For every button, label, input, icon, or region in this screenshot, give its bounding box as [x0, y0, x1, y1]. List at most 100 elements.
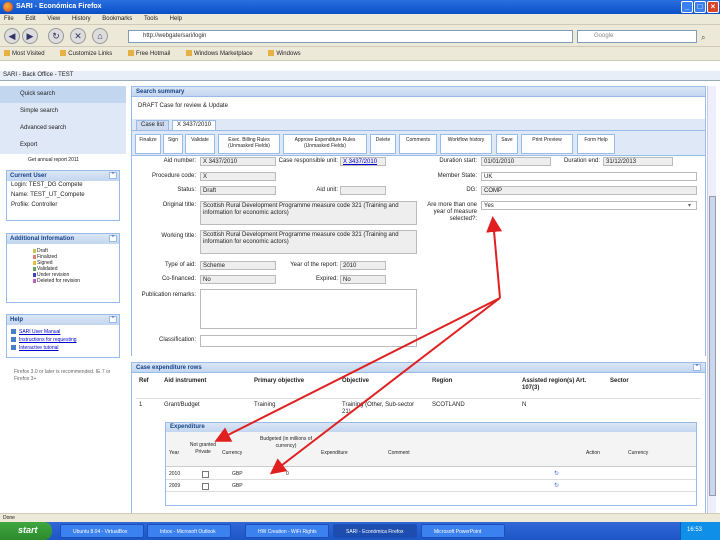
member-state-field[interactable]: UK [481, 172, 697, 181]
table-row[interactable]: 2009 GBP ↻ [166, 481, 696, 492]
menu-bookmarks[interactable]: Bookmarks [102, 16, 132, 22]
bookmark-customize-links[interactable]: Customize Links [60, 50, 112, 57]
type-of-aid-field[interactable]: Scheme [200, 261, 276, 270]
task-hw-creation[interactable]: HW Creation - WiFi Rights [245, 524, 329, 538]
address-bar[interactable]: http://webgate/sari/login [128, 30, 573, 43]
bookmark-windows-marketplace[interactable]: Windows Marketplace [186, 50, 253, 57]
taskbar: start Ubuntu 8.04 - VirtualBox Inbox - M… [0, 522, 720, 540]
bookmark-most-visited[interactable]: Most Visited [4, 50, 45, 57]
duration-start-field[interactable]: 01/01/2010 [481, 157, 551, 166]
main-scrollbar[interactable] [707, 86, 716, 513]
sidebar-advanced-search[interactable]: Advanced search [0, 120, 126, 137]
expenditure-subgrid: Expenditure Year Not granted Private Cur… [165, 422, 697, 506]
maximize-button[interactable]: □ [694, 1, 706, 13]
validate-button[interactable]: Validate [185, 134, 215, 154]
finalize-button[interactable]: Finalize [135, 134, 161, 154]
co-financed-field[interactable]: No [200, 275, 276, 284]
menu-edit[interactable]: Edit [25, 16, 35, 22]
not-granted-checkbox[interactable] [202, 483, 209, 490]
case-form: Aid number: X 3437/2010 Procedure code: … [131, 156, 706, 356]
delete-button[interactable]: Delete [370, 134, 396, 154]
sidebar-simple-search[interactable]: Simple search [0, 103, 126, 120]
duration-end-field[interactable]: 31/12/2013 [603, 157, 673, 166]
annual-report-link[interactable]: Get annual report 2011 [28, 157, 79, 163]
exec-billing-rules-button[interactable]: Exec. Billing Rules (Unmasked Fields) [218, 134, 280, 154]
form-help-button[interactable]: Form Help [577, 134, 615, 154]
aid-unit-label: Aid unit: [316, 187, 338, 193]
more-years-label: Are more than one year of measure select… [427, 202, 477, 222]
sub-row-year: 2010 [169, 471, 181, 477]
close-button[interactable]: × [707, 1, 719, 13]
menu-file[interactable]: File [4, 16, 14, 22]
subgrid-column-headers: Year Not granted Private Currency Budget… [166, 432, 696, 467]
task-virtualbox[interactable]: Ubuntu 8.04 - VirtualBox [60, 524, 144, 538]
tab-case-list[interactable]: Case list [136, 120, 170, 130]
help-title: Help ⌃ [7, 315, 119, 325]
task-powerpoint[interactable]: Microsoft PowerPoint [421, 524, 505, 538]
sidebar-quick-search[interactable]: Quick search [0, 86, 126, 103]
start-button[interactable]: start [0, 522, 52, 540]
help-link-tutorial[interactable]: Interactive tutorial [7, 344, 119, 352]
publication-remarks-field[interactable] [200, 289, 417, 329]
menu-help[interactable]: Help [170, 16, 182, 22]
legend-swatch [33, 267, 36, 271]
task-outlook[interactable]: Inbox - Microsoft Outlook [147, 524, 231, 538]
sidebar-export[interactable]: Export [0, 137, 126, 154]
approve-expenditure-rules-button[interactable]: Approve Expenditure Rules (Unmasked Fiel… [283, 134, 367, 154]
search-summary-header: Search summary [131, 86, 706, 97]
not-granted-checkbox[interactable] [202, 471, 209, 478]
sub-col-budgeted: Budgeted (in millions of currency) [260, 436, 312, 449]
expired-field[interactable]: No [340, 275, 386, 284]
sign-button[interactable]: Sign [163, 134, 183, 154]
save-button[interactable]: Save [496, 134, 518, 154]
bookmark-free-hotmail[interactable]: Free Hotmail [128, 50, 170, 57]
classification-field[interactable] [200, 335, 417, 347]
scrollbar-thumb[interactable] [709, 196, 716, 496]
comments-button[interactable]: Comments [399, 134, 437, 154]
co-financed-label: Co-financed: [161, 276, 196, 282]
legend-swatch [33, 279, 36, 283]
workflow-history-button[interactable]: Workflow history [440, 134, 492, 154]
sub-col-comment: Comment [388, 450, 410, 456]
back-icon[interactable]: ◀ [4, 28, 20, 44]
original-title-field[interactable]: Scottish Rural Development Programme mea… [200, 201, 417, 225]
working-title-field[interactable]: Scottish Rural Development Programme mea… [200, 230, 417, 254]
edit-icon[interactable]: ↻ [554, 471, 561, 477]
table-row[interactable]: 2010 GBP 0 ↻ [166, 469, 696, 480]
minimize-button[interactable]: _ [681, 1, 693, 13]
dg-field[interactable]: COMP [481, 186, 697, 195]
collapse-icon[interactable]: ⌃ [109, 172, 117, 179]
help-link-instructions[interactable]: Instructions for requesting [7, 336, 119, 344]
help-link-manual[interactable]: SARI User Manual [7, 328, 119, 336]
print-preview-button[interactable]: Print Preview [521, 134, 573, 154]
menu-history[interactable]: History [72, 16, 91, 22]
sub-col-currency-2: Currency [628, 450, 649, 456]
menu-view[interactable]: View [47, 16, 60, 22]
search-input[interactable]: Google [577, 30, 697, 43]
sub-row-amount: 0 [286, 471, 289, 477]
more-years-select[interactable]: Yes [481, 201, 697, 210]
aid-unit-field[interactable] [340, 186, 386, 195]
case-unit-field[interactable]: X 3437/2010 [340, 157, 386, 166]
tab-current-case[interactable]: X 3437/2010 [172, 120, 217, 130]
forward-icon[interactable]: ▶ [22, 28, 38, 44]
chevron-down-icon[interactable]: ▾ [688, 202, 691, 209]
stop-icon[interactable]: ✕ [70, 28, 86, 44]
aid-number-field[interactable]: X 3437/2010 [200, 157, 276, 166]
status-bar: Done [0, 513, 720, 522]
collapse-icon[interactable]: ⌃ [109, 235, 117, 242]
original-title-label: Original title: [162, 202, 196, 208]
bookmark-windows[interactable]: Windows [268, 50, 300, 57]
edit-icon[interactable]: ↻ [554, 483, 561, 489]
status-field[interactable]: Draft [200, 186, 276, 195]
task-firefox[interactable]: SARI - Económica Firefox [333, 524, 417, 538]
home-icon[interactable]: ⌂ [92, 28, 108, 44]
collapse-icon[interactable]: ⌃ [109, 316, 117, 323]
user-name: Name: TEST_UT_Compete [11, 192, 85, 198]
menu-tools[interactable]: Tools [144, 16, 158, 22]
procedure-code-field[interactable]: X [200, 172, 276, 181]
report-year-field[interactable]: 2010 [340, 261, 386, 270]
reload-icon[interactable]: ↻ [48, 28, 64, 44]
search-icon[interactable]: ⌕ [701, 33, 705, 43]
collapse-icon[interactable]: ⌃ [693, 364, 701, 371]
